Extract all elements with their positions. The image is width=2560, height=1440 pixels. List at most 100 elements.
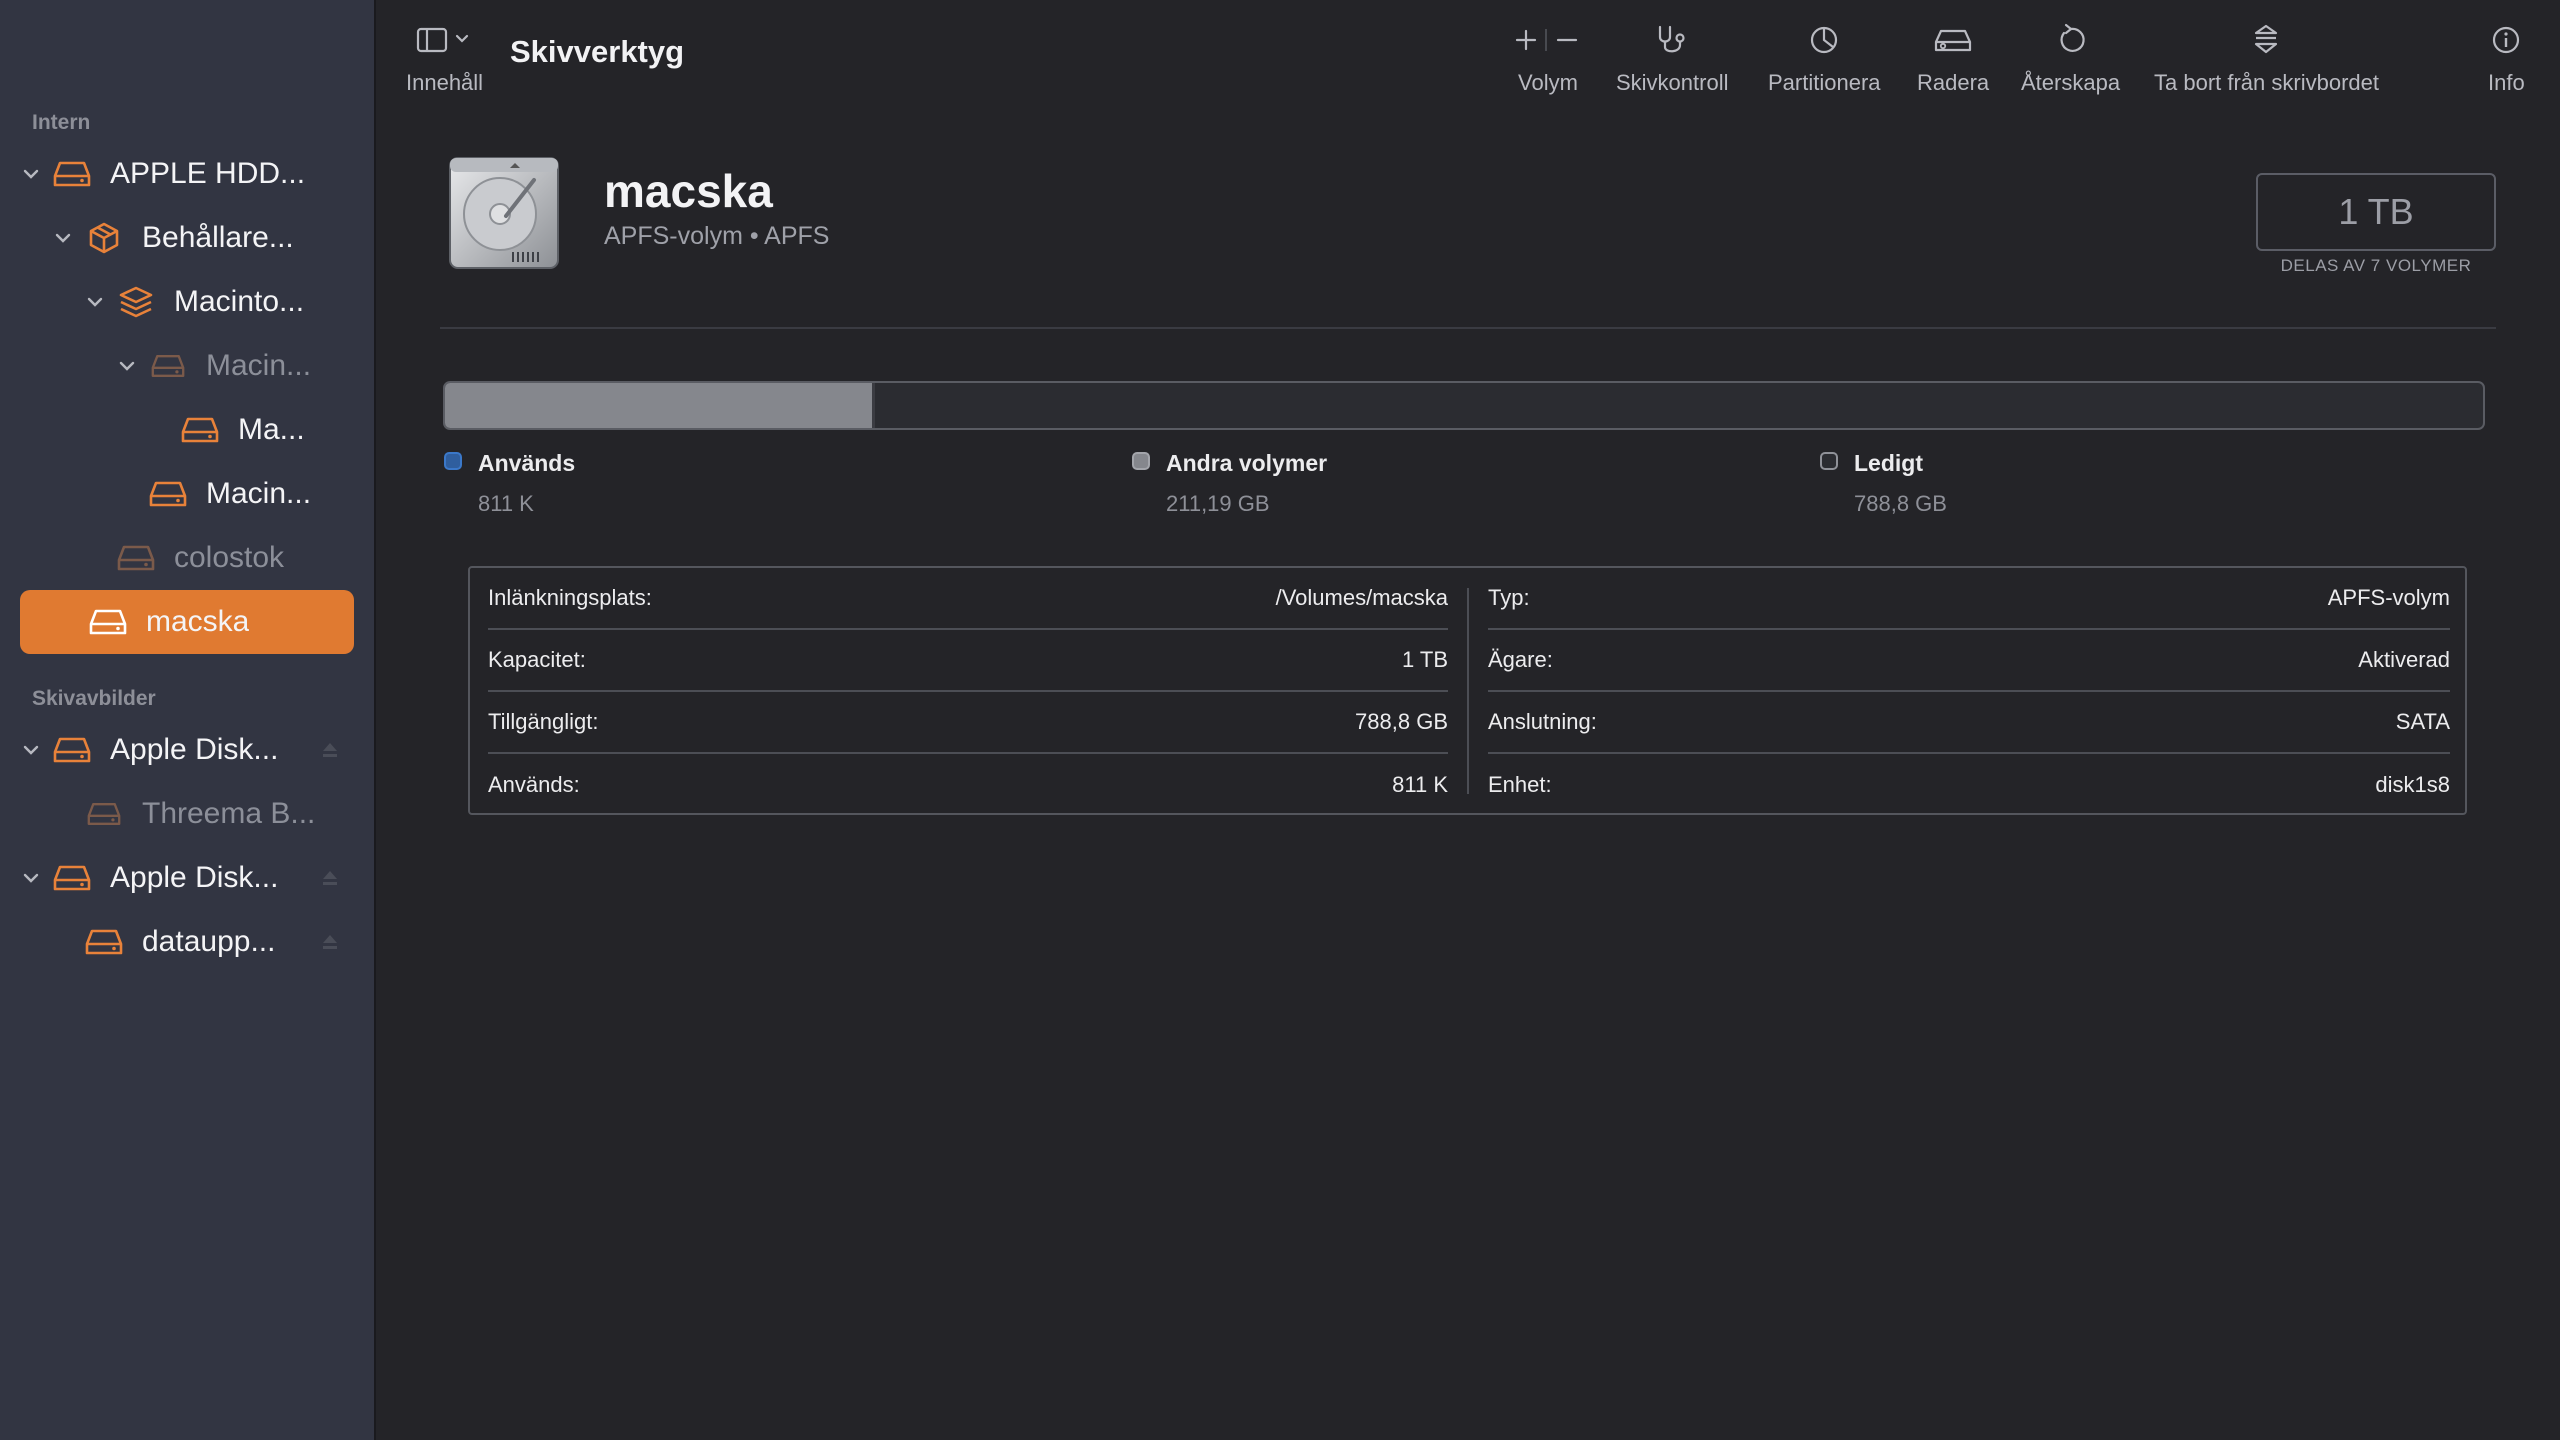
legend-free-swatch	[1820, 452, 1838, 470]
info-icon	[2491, 20, 2521, 60]
unmount-button[interactable]: Ta bort från skrivbordet	[2154, 20, 2379, 96]
hard-drive-icon	[84, 794, 124, 834]
hard-drive-icon	[84, 922, 124, 962]
sidebar-item-dataupp[interactable]: dataupp...	[84, 910, 354, 974]
eject-icon[interactable]	[320, 932, 340, 952]
sidebar-toggle-label: Innehåll	[406, 70, 484, 95]
partition-button[interactable]: Partitionera	[1768, 20, 1881, 96]
unmount-label: Ta bort från skrivbordet	[2154, 70, 2379, 95]
info-value: 1 TB	[1401, 647, 1448, 672]
chevron-down-icon[interactable]	[84, 291, 106, 313]
chevron-down-icon[interactable]	[20, 163, 42, 185]
sidebar-item-apple-disk-1[interactable]: Apple Disk...	[20, 718, 354, 782]
info-value: 788,8 GB	[1355, 709, 1448, 734]
info-table-divider	[1467, 588, 1469, 794]
sidebar-item-label: Macin...	[206, 349, 312, 382]
sidebar-item-label: Behållare...	[142, 221, 294, 254]
volume-name: macska	[604, 165, 773, 217]
hard-drive-icon	[52, 154, 92, 194]
sidebar-item-macintosh-snapshot[interactable]: Macin...	[116, 334, 354, 398]
pie-chart-icon	[1807, 20, 1841, 60]
chevron-down-icon[interactable]	[116, 355, 138, 377]
info-label: Info	[2488, 70, 2525, 95]
hard-drive-icon	[148, 346, 188, 386]
legend-used-value: 811 K	[478, 491, 534, 516]
hard-drive-icon	[88, 602, 128, 642]
sidebar-item-macska[interactable]: macska	[20, 590, 354, 654]
sidebar-item-label: Macin...	[206, 477, 312, 510]
sidebar-item-label: Threema B...	[142, 797, 316, 830]
erase-button[interactable]: Radera	[1917, 20, 1989, 96]
restore-label: Återskapa	[2021, 70, 2121, 95]
info-row-capacity: Kapacitet: 1 TB	[488, 630, 1448, 692]
info-row-owners: Ägare: Aktiverad	[1488, 630, 2450, 692]
sidebar-item-macintosh-hd[interactable]: Ma...	[180, 398, 354, 462]
sidebar-item-container[interactable]: Behållare...	[52, 206, 354, 270]
hard-drive-icon	[52, 730, 92, 770]
app-title: Skivverktyg	[510, 34, 685, 69]
info-button[interactable]: Info	[2488, 20, 2525, 96]
first-aid-button[interactable]: Skivkontroll	[1616, 20, 1728, 96]
sidebar-item-label: Macinto...	[174, 285, 305, 318]
sidebar-item-label: Apple Disk...	[110, 733, 279, 766]
info-key: Tillgängligt:	[488, 709, 599, 734]
legend-free-label: Ledigt	[1854, 450, 1923, 476]
volume-button[interactable]: Volym	[1506, 20, 1590, 96]
info-value: APFS-volym	[2327, 585, 2450, 610]
info-value: 811 K	[1392, 772, 1448, 797]
sidebar-toggle-icon	[415, 20, 475, 60]
erase-label: Radera	[1917, 70, 1990, 95]
legend-free-value: 788,8 GB	[1854, 491, 1947, 516]
info-value: Aktiverad	[2358, 647, 2450, 672]
legend-other-label: Andra volymer	[1166, 450, 1328, 476]
sidebar-item-label: Apple Disk...	[110, 861, 279, 894]
sidebar-item-colostok[interactable]: colostok	[116, 526, 354, 590]
stethoscope-icon	[1652, 20, 1692, 60]
restore-arrow-icon	[2054, 20, 2088, 60]
volume-label: Volym	[1518, 70, 1578, 95]
restore-button[interactable]: Återskapa	[2021, 20, 2120, 96]
info-row-used: Används: 811 K	[488, 754, 1448, 816]
section-label-disk-images: Skivavbilder	[32, 687, 156, 710]
sidebar-item-macintosh-data[interactable]: Macin...	[148, 462, 354, 526]
hard-drive-icon	[148, 474, 188, 514]
legend-used-label: Används	[478, 450, 576, 476]
info-key: Används:	[488, 772, 580, 797]
chevron-down-icon[interactable]	[52, 227, 74, 249]
hard-drive-icon	[180, 410, 220, 450]
sidebar-item-threema[interactable]: Threema B...	[84, 782, 354, 846]
info-row-mount-point: Inlänkningsplats: /Volumes/macska	[488, 568, 1448, 630]
toolbar: Innehåll Skivverktyg Volym Skivkontroll …	[376, 0, 2560, 106]
sidebar-toggle-button[interactable]: Innehåll	[406, 20, 483, 96]
info-key: Anslutning:	[1488, 709, 1597, 734]
sidebar-item-apple-disk-2[interactable]: Apple Disk...	[20, 846, 354, 910]
divider	[440, 327, 2496, 329]
sidebar-item-label: macska	[146, 605, 250, 638]
info-value: /Volumes/macska	[1275, 585, 1448, 610]
volume-subtitle: APFS-volym • APFS	[604, 222, 830, 250]
usage-bar	[443, 381, 2485, 430]
eject-icon[interactable]	[320, 868, 340, 888]
sidebar: Intern APPLE HDD... Behållare... Macinto…	[0, 0, 376, 1440]
unmount-icon	[2249, 20, 2283, 60]
container-icon	[84, 218, 124, 258]
legend-other-value: 211,19 GB	[1166, 491, 1270, 516]
info-key: Ägare:	[1488, 647, 1553, 672]
sidebar-item-label: colostok	[174, 541, 285, 574]
info-key: Kapacitet:	[488, 647, 586, 672]
info-value: disk1s8	[2375, 772, 2450, 797]
sidebar-item-label: Ma...	[238, 413, 305, 446]
info-key: Typ:	[1488, 585, 1530, 610]
chevron-down-icon[interactable]	[20, 739, 42, 761]
hard-drive-icon	[52, 858, 92, 898]
info-row-device: Enhet: disk1s8	[1488, 754, 2450, 816]
info-table: Inlänkningsplats: /Volumes/macska Kapaci…	[468, 566, 2467, 815]
capacity-box: 1 TB	[2256, 173, 2496, 251]
section-label-internal: Intern	[32, 111, 91, 134]
sidebar-item-macintosh-group[interactable]: Macinto...	[84, 270, 354, 334]
info-key: Enhet:	[1488, 772, 1552, 797]
chevron-down-icon[interactable]	[20, 867, 42, 889]
sidebar-item-apple-hdd[interactable]: APPLE HDD...	[20, 142, 354, 206]
eject-icon[interactable]	[320, 740, 340, 760]
internal-disk-icon	[446, 154, 562, 272]
